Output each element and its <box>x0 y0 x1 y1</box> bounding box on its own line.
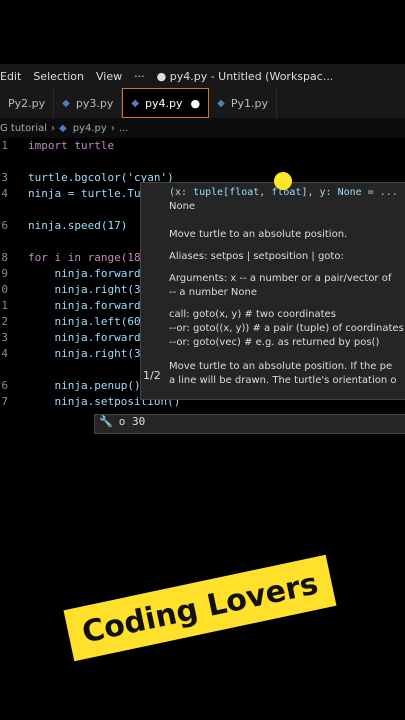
doc-line: Move turtle to an absolute position. <box>169 229 348 240</box>
breadcrumb-file[interactable]: py4.py <box>73 123 107 134</box>
modified-dot: ● <box>190 96 201 110</box>
python-file-icon: ◆ <box>131 97 140 109</box>
doc-line: Aliases: setpos | setposition | goto: <box>169 251 344 262</box>
tab-py4[interactable]: ◆ py4.py ● <box>122 88 210 118</box>
overload-counter[interactable]: 1/2 <box>143 369 161 382</box>
python-file-icon: ◆ <box>217 97 225 109</box>
breadcrumb[interactable]: G tutorial › ◆ py4.py › ... <box>0 118 405 138</box>
tab-bar: Py2.py ◆ py3.py ◆ py4.py ● ◆ Py1.py <box>0 88 405 118</box>
menu-view[interactable]: View <box>96 70 122 83</box>
doc-line: --or: goto(vec) # e.g. as returned by po… <box>169 337 380 348</box>
wrench-icon: 🔧 <box>99 415 113 428</box>
menu-bar: Edit Selection View ··· ● py4.py - Untit… <box>0 64 405 88</box>
signature-cont: None <box>169 201 196 212</box>
coding-lovers-banner: Coding Lovers <box>63 554 337 662</box>
doc-line: Arguments: x -- a number or a pair/vecto… <box>169 273 392 284</box>
python-file-icon: ◆ <box>62 97 70 109</box>
signature-help-popup: (x: tuple[float, float], y: None = ... N… <box>140 182 405 400</box>
doc-line: call: goto(x, y) # two coordinates <box>169 309 336 320</box>
doc-line: Move turtle to an absolute position. If … <box>169 361 393 372</box>
menu-more[interactable]: ··· <box>134 70 145 83</box>
tab-py3[interactable]: ◆ py3.py <box>54 88 123 118</box>
tab-py2[interactable]: Py2.py <box>0 88 55 118</box>
breadcrumb-more[interactable]: ... <box>119 123 129 134</box>
pointer-cursor <box>274 172 292 190</box>
doc-line: -- a number None <box>169 287 257 298</box>
doc-line: --or: goto((x, y)) # a pair (tuple) of c… <box>169 323 404 334</box>
menu-selection[interactable]: Selection <box>33 70 84 83</box>
tab-py1[interactable]: ◆ Py1.py <box>209 88 277 118</box>
doc-line: a line will be drawn. The turtle's orien… <box>169 375 397 386</box>
window-title: ● py4.py - Untitled (Workspac... <box>156 69 334 83</box>
python-file-icon: ◆ <box>59 122 67 134</box>
menu-edit[interactable]: Edit <box>0 70 21 83</box>
parameter-hint: 🔧 o 30 <box>94 414 405 434</box>
breadcrumb-folder[interactable]: G tutorial <box>0 123 47 134</box>
